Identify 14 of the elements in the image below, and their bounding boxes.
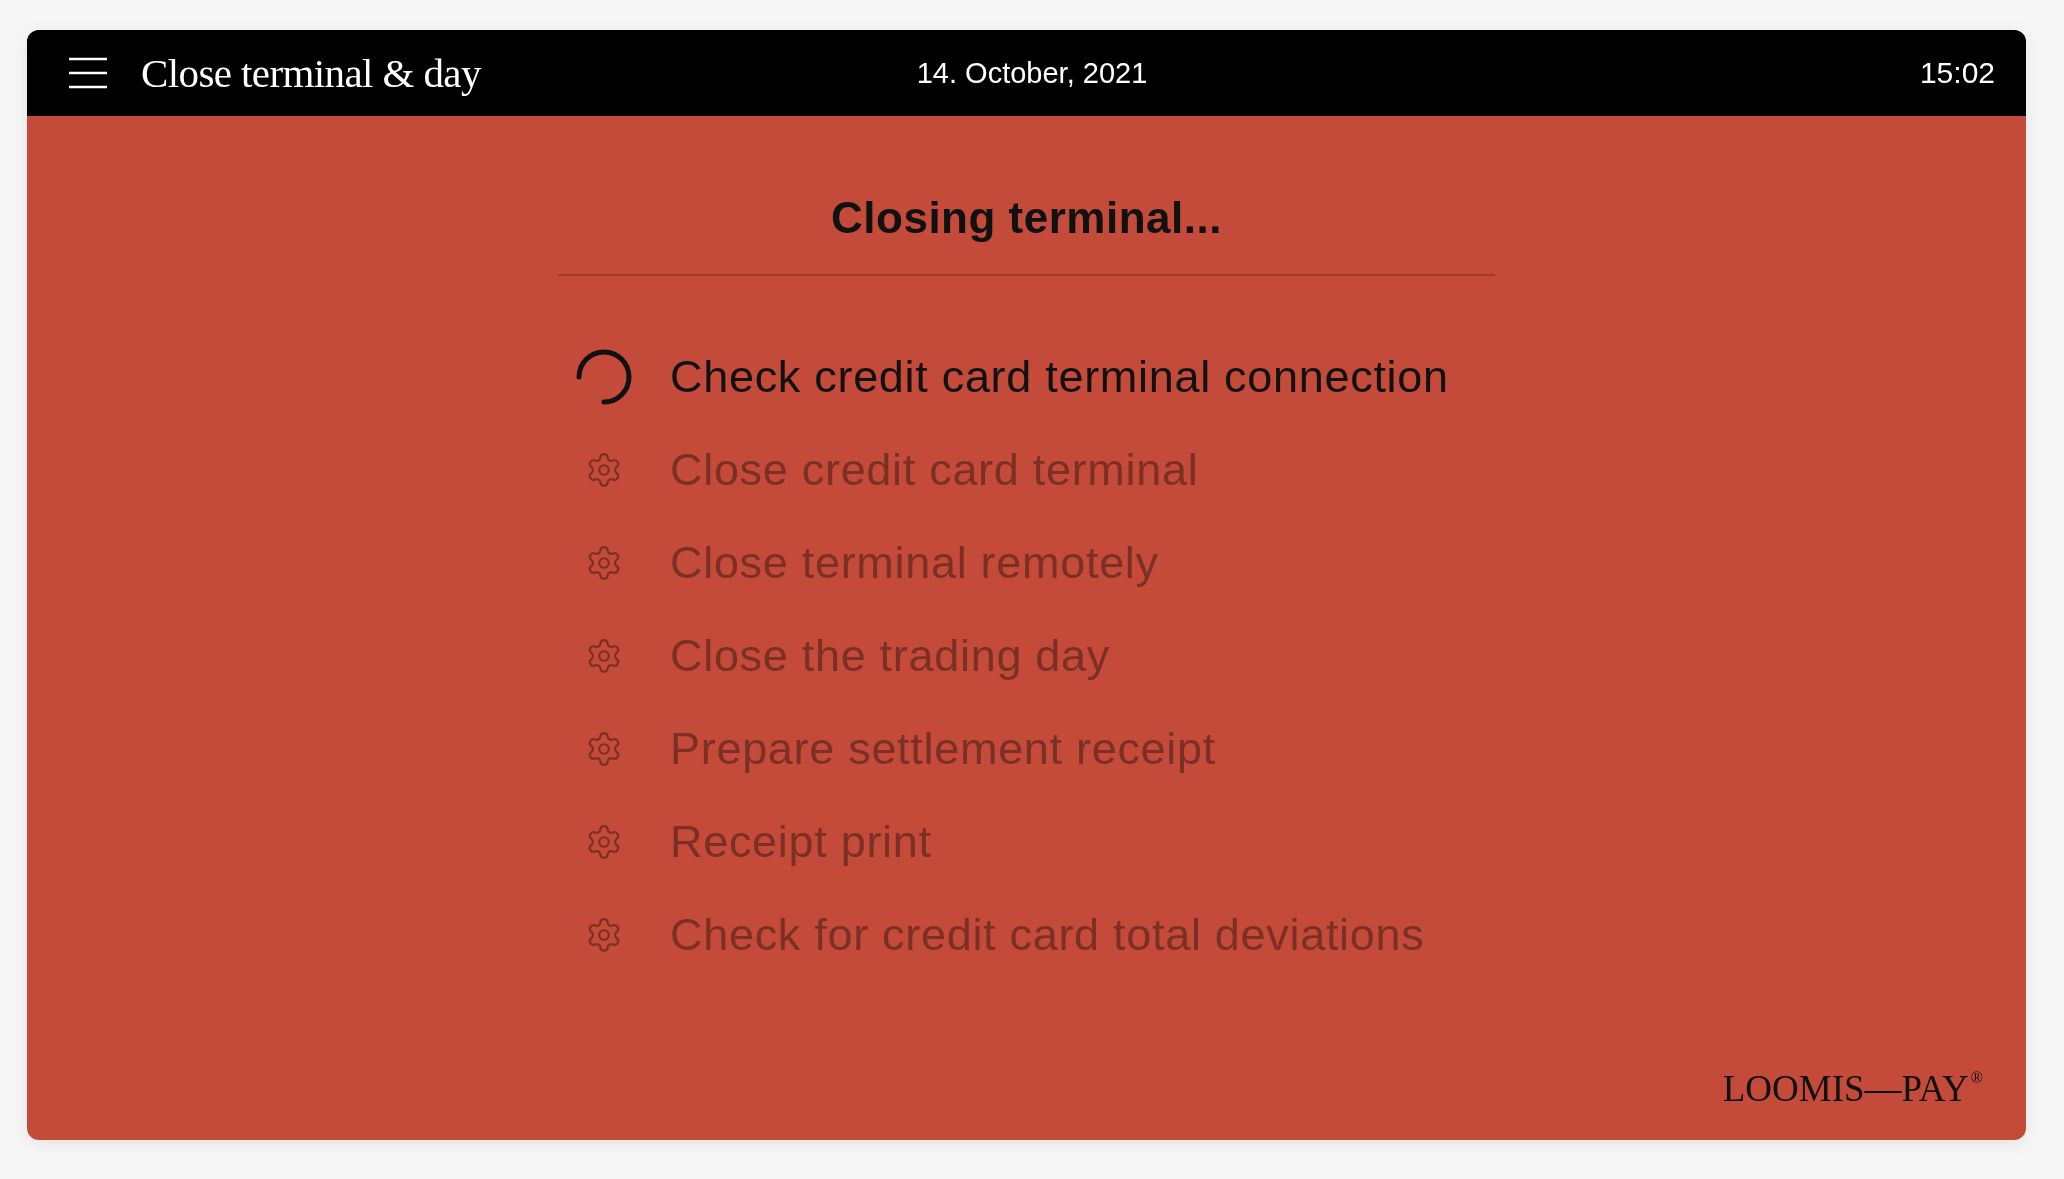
step-label: Check credit card terminal connection [670,350,1449,403]
step-label: Close credit card terminal [670,443,1199,496]
menu-button[interactable] [69,57,107,89]
step-label: Check for credit card total deviations [670,908,1425,961]
brand-logo: LOOMIS—PAY$^{®}$ [1722,1067,1983,1110]
step-label: Close terminal remotely [670,536,1159,589]
step-label: Prepare settlement receipt [670,722,1216,775]
step-label: Close the trading day [670,629,1110,682]
screen-title: Close terminal & day [141,49,481,97]
time-text: 15:02 [1919,56,1995,90]
date-text: 14. October, 2021 [916,56,1148,90]
step-label: Receipt print [670,815,932,868]
menu-icon [69,57,107,89]
progress-heading: Closing terminal... [831,192,1222,244]
